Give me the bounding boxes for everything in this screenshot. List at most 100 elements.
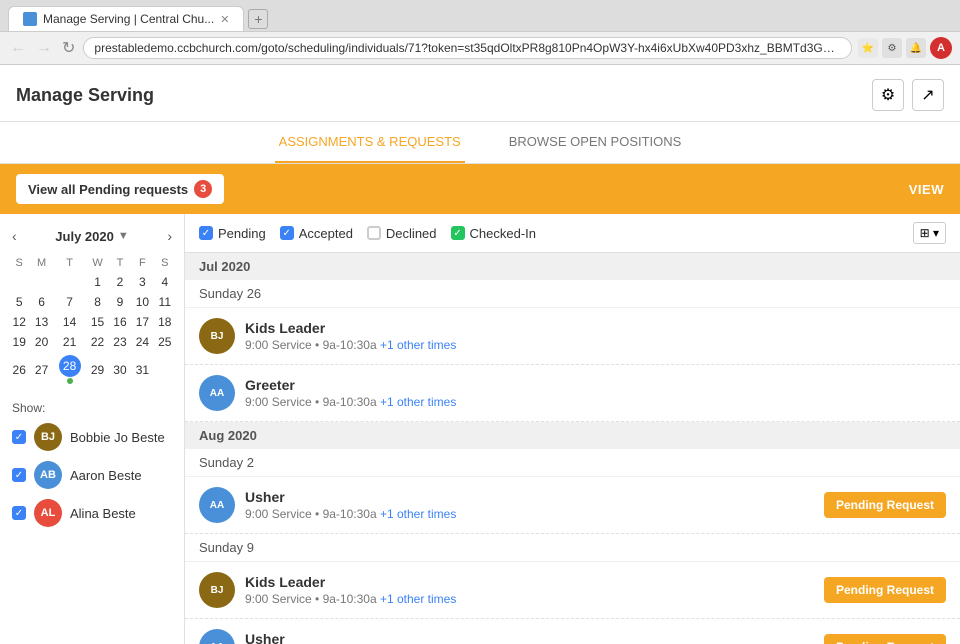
active-tab[interactable]: Manage Serving | Central Chu... ✕ <box>8 6 244 31</box>
cal-day-19[interactable]: 19 <box>8 332 30 352</box>
other-times-link[interactable]: +1 other times <box>380 507 456 521</box>
cal-day-18[interactable]: 18 <box>154 312 176 332</box>
new-tab-btn[interactable]: + <box>248 9 268 29</box>
show-person-2[interactable]: AL Alina Beste <box>12 499 172 527</box>
cal-day-8[interactable]: 8 <box>86 292 108 312</box>
back-button[interactable]: ← <box>8 39 28 57</box>
cal-day-24[interactable]: 24 <box>131 332 153 352</box>
month-section-1: Aug 2020 <box>185 422 960 449</box>
view-link[interactable]: VIEW <box>909 182 944 197</box>
cal-day-17[interactable]: 17 <box>131 312 153 332</box>
filter-pending-checkbox[interactable] <box>199 226 213 240</box>
ext-btn-3[interactable]: 🔔 <box>906 38 926 58</box>
cal-day-3[interactable]: 3 <box>131 272 153 292</box>
cal-day-21[interactable]: 21 <box>53 332 87 352</box>
filter-bar: Pending Accepted Declined Checked-In <box>185 214 960 253</box>
cal-day-30[interactable]: 30 <box>109 352 131 387</box>
cal-day-15[interactable]: 15 <box>86 312 108 332</box>
assignment-role: Usher <box>245 489 814 505</box>
cal-day-31[interactable]: 31 <box>131 352 153 387</box>
filter-checkedin[interactable]: Checked-In <box>451 226 536 241</box>
other-times-link[interactable]: +1 other times <box>380 592 456 606</box>
cal-day-7[interactable]: 7 <box>53 292 87 312</box>
filter-pending[interactable]: Pending <box>199 226 266 241</box>
cal-day-header-sun: S <box>8 254 30 272</box>
calendar-grid: S M T W T F S 12345678910111213141516171… <box>8 254 176 387</box>
share-button[interactable]: ↗ <box>912 79 944 111</box>
assignment-item: AA Greeter 9:00 Service • 9a-10:30a +1 o… <box>185 365 960 422</box>
person-name-2: Alina Beste <box>70 506 136 521</box>
cal-day-10[interactable]: 10 <box>131 292 153 312</box>
filter-checkedin-label: Checked-In <box>470 226 536 241</box>
other-times-link[interactable]: +1 other times <box>380 338 456 352</box>
person-checkbox-2[interactable] <box>12 506 26 520</box>
cal-day-16[interactable]: 16 <box>109 312 131 332</box>
show-label: Show: <box>12 401 172 415</box>
assignment-item: BJ Kids Leader 9:00 Service • 9a-10:30a … <box>185 562 960 619</box>
tab-assignments[interactable]: ASSIGNMENTS & REQUESTS <box>275 122 465 163</box>
tab-close-btn[interactable]: ✕ <box>220 13 229 26</box>
url-bar[interactable]: prestabledemo.ccbchurch.com/goto/schedul… <box>83 37 852 59</box>
cal-day-27[interactable]: 27 <box>30 352 52 387</box>
assignment-role: Greeter <box>245 377 946 393</box>
filter-declined-checkbox[interactable] <box>367 226 381 240</box>
show-person-0[interactable]: BJ Bobbie Jo Beste <box>12 423 172 451</box>
cal-day-11[interactable]: 11 <box>154 292 176 312</box>
cal-day-header-thu: T <box>109 254 131 272</box>
other-times-link[interactable]: +1 other times <box>380 395 456 409</box>
assignment-detail: 9:00 Service • 9a-10:30a +1 other times <box>245 507 814 521</box>
cal-day-12[interactable]: 12 <box>8 312 30 332</box>
pending-requests-button[interactable]: View all Pending requests 3 <box>16 174 224 204</box>
cal-day-20[interactable]: 20 <box>30 332 52 352</box>
assignment-avatar: AA <box>199 375 235 411</box>
cal-day-26[interactable]: 26 <box>8 352 30 387</box>
cal-day-header-mon: M <box>30 254 52 272</box>
calendar-prev-button[interactable]: ‹ <box>8 226 21 246</box>
settings-button[interactable]: ⚙ <box>872 79 904 111</box>
assignment-avatar: AA <box>199 487 235 523</box>
tab-browse[interactable]: BROWSE OPEN POSITIONS <box>505 122 686 163</box>
cal-day-29[interactable]: 29 <box>86 352 108 387</box>
cal-day-13[interactable]: 13 <box>30 312 52 332</box>
pending-request-button[interactable]: Pending Request <box>824 492 946 518</box>
cal-day-1[interactable]: 1 <box>86 272 108 292</box>
filter-declined[interactable]: Declined <box>367 226 437 241</box>
cal-day-6[interactable]: 6 <box>30 292 52 312</box>
cal-day-5[interactable]: 5 <box>8 292 30 312</box>
people-list: BJ Bobbie Jo Beste AB Aaron Beste AL Ali… <box>12 423 172 527</box>
assignment-detail: 9:00 Service • 9a-10:30a +1 other times <box>245 395 946 409</box>
pending-request-button[interactable]: Pending Request <box>824 634 946 644</box>
filter-declined-label: Declined <box>386 226 437 241</box>
cal-day-2[interactable]: 2 <box>109 272 131 292</box>
filter-accepted[interactable]: Accepted <box>280 226 353 241</box>
filter-accepted-checkbox[interactable] <box>280 226 294 240</box>
day-header-1-1: Sunday 9 <box>185 534 960 562</box>
ext-btn-1[interactable]: ⭐ <box>858 38 878 58</box>
calendar-dropdown-icon[interactable]: ▼ <box>118 230 129 242</box>
pending-banner: View all Pending requests 3 VIEW <box>0 164 960 214</box>
calendar-next-button[interactable]: › <box>163 226 176 246</box>
pending-request-button[interactable]: Pending Request <box>824 577 946 603</box>
cal-day-9[interactable]: 9 <box>109 292 131 312</box>
forward-button[interactable]: → <box>34 39 54 57</box>
show-person-1[interactable]: AB Aaron Beste <box>12 461 172 489</box>
ext-btn-2[interactable]: ⚙ <box>882 38 902 58</box>
cal-day-22[interactable]: 22 <box>86 332 108 352</box>
cal-day-4[interactable]: 4 <box>154 272 176 292</box>
cal-day-25[interactable]: 25 <box>154 332 176 352</box>
filter-checkedin-checkbox[interactable] <box>451 226 465 240</box>
person-checkbox-1[interactable] <box>12 468 26 482</box>
assignment-info: Kids Leader 9:00 Service • 9a-10:30a +1 … <box>245 574 814 606</box>
cal-day-23[interactable]: 23 <box>109 332 131 352</box>
cal-day-empty <box>53 272 87 292</box>
person-checkbox-0[interactable] <box>12 430 26 444</box>
refresh-button[interactable]: ↻ <box>60 38 77 58</box>
profile-button[interactable]: A <box>930 37 952 59</box>
day-header-0-0: Sunday 26 <box>185 280 960 308</box>
filter-action-btn[interactable]: ⊞ ▾ <box>913 222 946 244</box>
cal-day-28[interactable]: 28 <box>53 352 87 387</box>
cal-day-14[interactable]: 14 <box>53 312 87 332</box>
person-avatar-2: AL <box>34 499 62 527</box>
browser-chrome: Manage Serving | Central Chu... ✕ + ← → … <box>0 0 960 65</box>
filter-pending-label: Pending <box>218 226 266 241</box>
